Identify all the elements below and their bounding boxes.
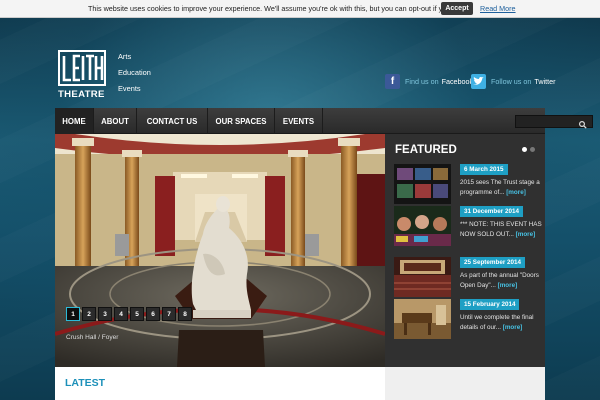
featured-title: FEATURED bbox=[395, 144, 457, 156]
featured-date: 31 December 2014 bbox=[460, 206, 523, 217]
slide-button-3[interactable]: 3 bbox=[98, 307, 112, 321]
nav-events[interactable]: EVENTS bbox=[275, 108, 323, 134]
featured-excerpt: *** NOTE: THIS EVENT HAS NOW SOLD OUT...… bbox=[460, 220, 544, 239]
featured-thumbnail[interactable] bbox=[394, 257, 451, 297]
logo-menu-arts[interactable]: Arts bbox=[118, 52, 151, 68]
hero-slideshow[interactable]: 1 2 3 4 5 6 7 8 Crush Hall / Foyer bbox=[55, 134, 385, 367]
main-nav: HOME ABOUT CONTACT US OUR SPACES EVENTS bbox=[55, 108, 593, 134]
nav-contact-us[interactable]: CONTACT US bbox=[137, 108, 208, 134]
featured-page-dot-1[interactable] bbox=[522, 147, 527, 152]
featured-item[interactable]: 25 September 2014 As part of the annual … bbox=[394, 257, 540, 299]
cookie-read-more-link[interactable]: Read More bbox=[480, 4, 516, 13]
site-logo[interactable]: THEATRE bbox=[58, 50, 108, 100]
nav-home[interactable]: HOME bbox=[55, 108, 94, 134]
slide-button-5[interactable]: 5 bbox=[130, 307, 144, 321]
slide-button-6[interactable]: 6 bbox=[146, 307, 160, 321]
logo-menu: Arts Education Events bbox=[118, 52, 151, 100]
twitter-link-label: Twitter bbox=[534, 76, 556, 86]
slide-caption: Crush Hall / Foyer bbox=[66, 334, 119, 341]
logo-menu-events[interactable]: Events bbox=[118, 84, 151, 100]
featured-more-link[interactable]: [more] bbox=[516, 231, 536, 238]
cookie-notice-text: This website uses cookies to improve you… bbox=[88, 4, 469, 13]
featured-pager bbox=[519, 147, 535, 152]
slide-button-7[interactable]: 7 bbox=[162, 307, 176, 321]
twitter-link-prefix: Follow us on bbox=[491, 76, 532, 86]
featured-thumbnail[interactable] bbox=[394, 299, 451, 339]
slide-button-1[interactable]: 1 bbox=[66, 307, 80, 321]
nav-about[interactable]: ABOUT bbox=[94, 108, 137, 134]
featured-date: 6 March 2015 bbox=[460, 164, 508, 175]
featured-excerpt: As part of the annual "Doors Open Day"..… bbox=[460, 271, 544, 290]
slide-button-4[interactable]: 4 bbox=[114, 307, 128, 321]
featured-date: 15 February 2014 bbox=[460, 299, 520, 310]
featured-excerpt: 2015 sees The Trust stage a programme of… bbox=[460, 178, 544, 197]
featured-item[interactable]: 15 February 2014 Until we complete the f… bbox=[394, 299, 540, 341]
sidebar-panel bbox=[385, 367, 545, 400]
featured-thumbnail[interactable] bbox=[394, 206, 451, 246]
twitter-icon bbox=[471, 73, 486, 89]
search-input[interactable] bbox=[518, 117, 576, 127]
search-icon[interactable] bbox=[578, 117, 588, 129]
nav-our-spaces[interactable]: OUR SPACES bbox=[208, 108, 275, 134]
cookie-bar: This website uses cookies to improve you… bbox=[0, 0, 600, 18]
featured-excerpt-text: Until we complete the final details of o… bbox=[460, 314, 534, 331]
featured-excerpt: Until we complete the final details of o… bbox=[460, 313, 544, 332]
facebook-link-prefix: Find us on bbox=[405, 76, 439, 86]
slide-pagination: 1 2 3 4 5 6 7 8 bbox=[66, 307, 194, 321]
hero-image bbox=[55, 134, 385, 367]
twitter-link[interactable]: Follow us on Twitter bbox=[471, 72, 556, 90]
search-box bbox=[515, 115, 593, 129]
featured-date: 25 September 2014 bbox=[460, 257, 526, 268]
featured-panel: FEATURED 6 March 2015 2015 sees The Trus… bbox=[385, 134, 545, 367]
facebook-icon: f bbox=[385, 73, 400, 89]
latest-title: LATEST bbox=[65, 377, 106, 389]
facebook-link[interactable]: f Find us on Facebook bbox=[385, 72, 473, 90]
logo-mark bbox=[58, 50, 106, 86]
logo-letters-graphic bbox=[62, 54, 104, 82]
slide-button-8[interactable]: 8 bbox=[178, 307, 192, 321]
logo-wordmark: THEATRE bbox=[58, 89, 105, 100]
featured-more-link[interactable]: [more] bbox=[506, 189, 526, 196]
featured-more-link[interactable]: [more] bbox=[498, 282, 518, 289]
featured-thumbnail[interactable] bbox=[394, 164, 451, 204]
logo-menu-education[interactable]: Education bbox=[118, 68, 151, 84]
latest-section: LATEST bbox=[55, 367, 385, 400]
slide-button-2[interactable]: 2 bbox=[82, 307, 96, 321]
featured-item[interactable]: 31 December 2014 *** NOTE: THIS EVENT HA… bbox=[394, 206, 542, 248]
cookie-accept-button[interactable]: Accept bbox=[441, 2, 473, 15]
facebook-link-label: Facebook bbox=[441, 76, 474, 86]
featured-more-link[interactable]: [more] bbox=[503, 324, 523, 331]
featured-excerpt-text: 2015 sees The Trust stage a programme of… bbox=[460, 179, 540, 196]
featured-page-dot-2[interactable] bbox=[530, 147, 535, 152]
featured-item[interactable]: 6 March 2015 2015 sees The Trust stage a… bbox=[394, 164, 540, 206]
